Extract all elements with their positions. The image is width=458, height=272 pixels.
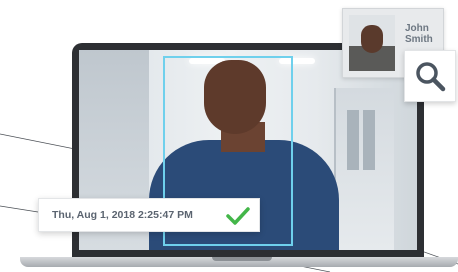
door-window [347, 110, 359, 170]
timestamp-badge: Thu, Aug 1, 2018 2:25:47 PM [38, 198, 260, 232]
search-icon [416, 62, 446, 92]
check-icon [226, 207, 250, 225]
id-photo [349, 15, 395, 71]
id-first-name: John [405, 23, 429, 34]
id-last-name: Smith [405, 34, 433, 45]
id-photo-head [361, 25, 383, 53]
search-button[interactable] [404, 50, 456, 102]
laptop-notch [212, 257, 272, 261]
door-window [363, 110, 375, 170]
id-name: John Smith [405, 23, 445, 45]
timestamp-text: Thu, Aug 1, 2018 2:25:47 PM [52, 209, 193, 221]
